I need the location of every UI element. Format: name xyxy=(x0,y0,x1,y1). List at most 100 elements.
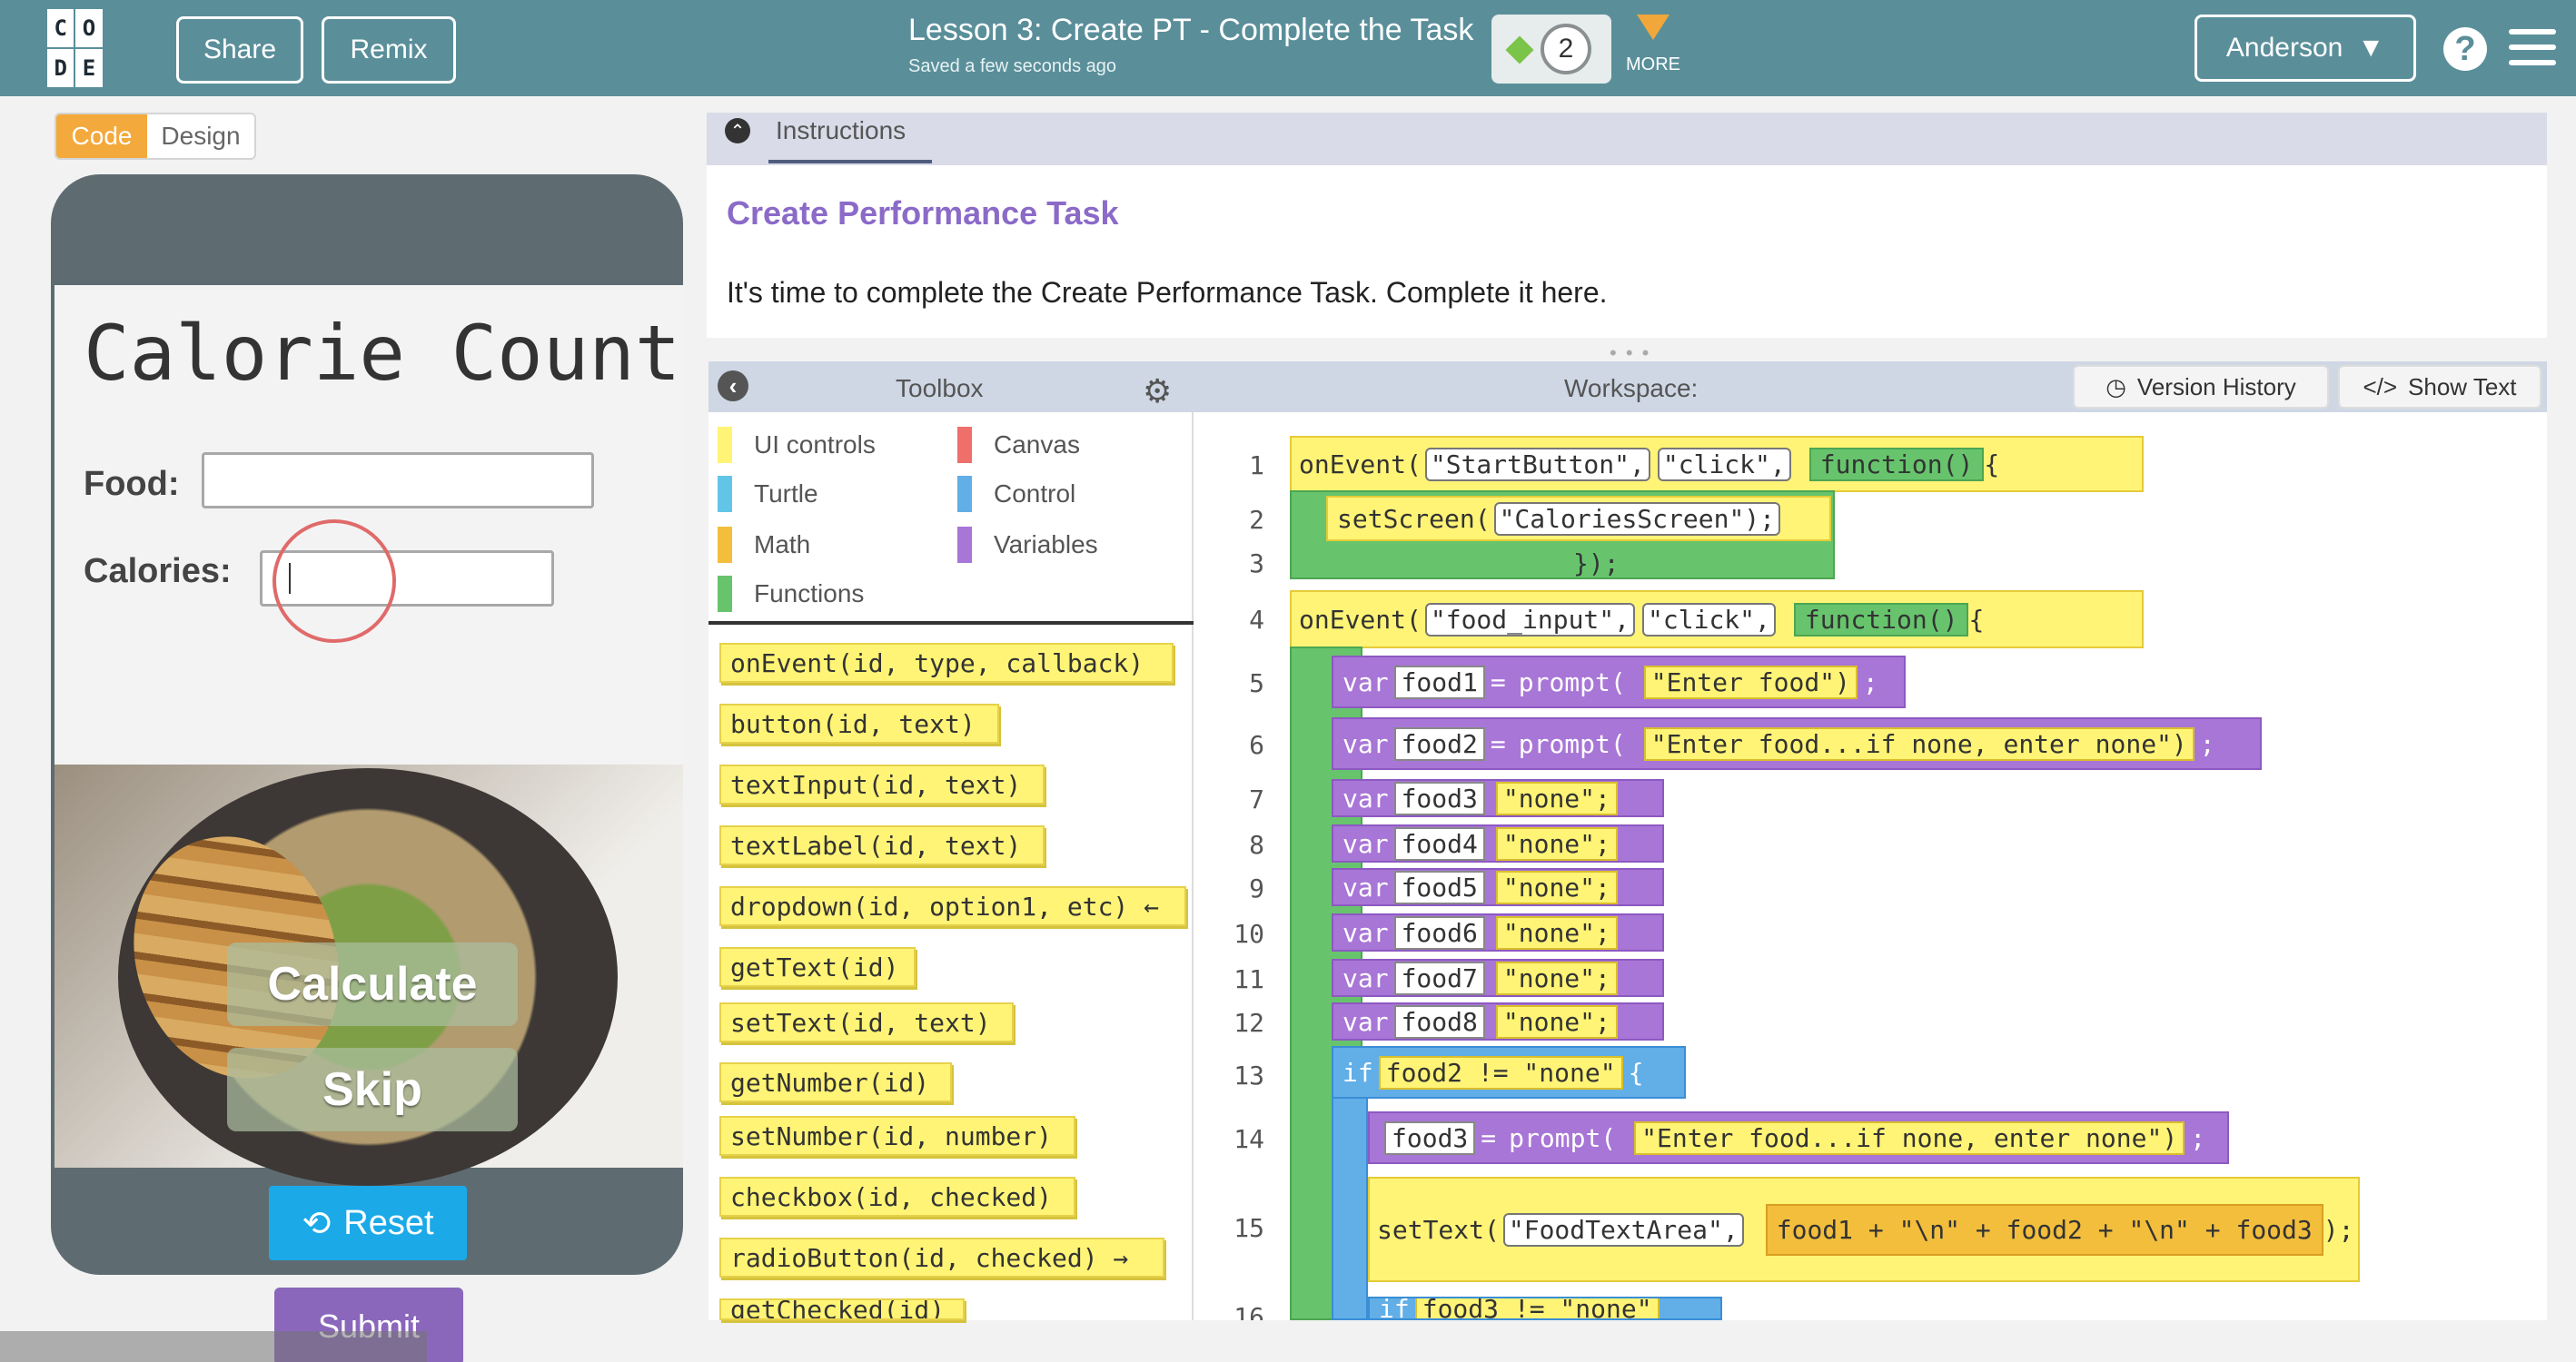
more-label[interactable]: MORE xyxy=(1626,54,1680,75)
event-id-pill[interactable]: "food_input", xyxy=(1424,602,1636,637)
prompt-call[interactable]: prompt( xyxy=(1501,1120,1624,1155)
condition-pill[interactable]: food3 != "none" xyxy=(1414,1298,1660,1318)
setscreen-block[interactable]: setScreen( "CaloriesScreen"); xyxy=(1326,496,1831,541)
event-type-pill[interactable]: "click", xyxy=(1642,602,1776,637)
code-design-toggle[interactable]: Code Design xyxy=(54,113,256,160)
var-food2-block[interactable]: var food2 = prompt( "Enter food...if non… xyxy=(1332,717,2262,770)
workspace-title: Workspace: xyxy=(1564,374,1699,402)
progress-bubble[interactable]: 2 xyxy=(1541,24,1591,74)
prompt-string[interactable]: "Enter food...if none, enter none") xyxy=(1634,1120,2185,1155)
toolbox-block-getchecked[interactable]: getChecked(id) xyxy=(719,1298,965,1320)
food-input[interactable] xyxy=(202,452,594,508)
prompt-string[interactable]: "Enter food") xyxy=(1643,665,1858,699)
prompt-call[interactable]: prompt( xyxy=(1511,726,1633,761)
category-canvas[interactable]: Canvas xyxy=(957,425,1080,465)
variable-name-pill[interactable]: food1 xyxy=(1393,665,1485,699)
line-number: 3 xyxy=(1249,548,1264,578)
user-dropdown[interactable]: Anderson ▼ xyxy=(2195,15,2416,82)
textarea-id-pill[interactable]: "FoodTextArea", xyxy=(1502,1212,1744,1247)
category-turtle[interactable]: Turtle xyxy=(718,474,818,514)
function-block[interactable]: function() xyxy=(1793,602,1969,637)
string-pill[interactable]: "none"; xyxy=(1495,826,1618,861)
code-text: onEvent( xyxy=(1299,604,1422,635)
line-number: 15 xyxy=(1234,1213,1264,1243)
category-math[interactable]: Math xyxy=(718,525,810,565)
prompt-call[interactable]: prompt( xyxy=(1511,665,1633,699)
assign-food3-block[interactable]: food3 = prompt( "Enter food...if none, e… xyxy=(1368,1111,2229,1164)
event-id-pill[interactable]: "StartButton", xyxy=(1424,447,1650,481)
concat-expression[interactable]: food1 + "\n" + food2 + "\n" + food3 xyxy=(1765,1203,2323,1256)
design-tab[interactable]: Design xyxy=(147,114,254,158)
var-food1-block[interactable]: var food1 = prompt( "Enter food") ; xyxy=(1332,656,1906,708)
variable-name-pill[interactable]: food2 xyxy=(1393,726,1485,761)
instructions-tab[interactable]: ⌃ Instructions xyxy=(725,116,906,145)
string-pill[interactable]: "none"; xyxy=(1495,961,1618,995)
screen-id-pill[interactable]: "CaloriesScreen"); xyxy=(1493,501,1781,536)
collapse-icon[interactable]: ⌃ xyxy=(725,118,750,143)
toolbox-block-gettext[interactable]: getText(id) xyxy=(719,947,916,987)
toolbox-block-checkbox[interactable]: checkbox(id, checked) xyxy=(719,1177,1075,1217)
toolbox-block-textinput[interactable]: textInput(id, text) xyxy=(719,765,1045,804)
code-org-logo[interactable]: C O D E xyxy=(47,9,131,87)
line-number: 9 xyxy=(1249,873,1264,903)
if-food3-block[interactable]: if food3 != "none" xyxy=(1368,1297,1722,1320)
category-functions[interactable]: Functions xyxy=(718,574,864,614)
code-tab[interactable]: Code xyxy=(56,114,147,158)
variable-name-pill[interactable]: food3 xyxy=(1384,1120,1476,1155)
hamburger-menu-icon[interactable] xyxy=(2509,29,2556,65)
help-icon[interactable]: ? xyxy=(2443,27,2487,71)
toolbox-block-dropdown[interactable]: dropdown(id, option1, etc) ← xyxy=(719,886,1186,926)
variable-name-pill[interactable]: food4 xyxy=(1393,826,1485,861)
share-button[interactable]: Share xyxy=(176,16,303,84)
show-text-label: Show Text xyxy=(2408,372,2517,400)
calculate-button[interactable]: Calculate xyxy=(227,943,518,1026)
var-food3-block[interactable]: var food3 "none"; xyxy=(1332,779,1664,817)
variable-name-pill[interactable]: food3 xyxy=(1393,781,1485,815)
function-block[interactable]: function() xyxy=(1808,447,1985,481)
version-history-button[interactable]: ◷ Version History xyxy=(2073,365,2329,409)
toolbox-block-radiobutton[interactable]: radioButton(id, checked) → xyxy=(719,1238,1164,1278)
var-food5-block[interactable]: var food5 "none"; xyxy=(1332,868,1664,906)
event-type-pill[interactable]: "click", xyxy=(1657,447,1791,481)
more-arrow-icon[interactable] xyxy=(1637,15,1669,40)
variable-name-pill[interactable]: food5 xyxy=(1393,870,1485,904)
category-control[interactable]: Control xyxy=(957,474,1075,514)
code-text: ; xyxy=(1862,666,1878,697)
var-food4-block[interactable]: var food4 "none"; xyxy=(1332,824,1664,863)
var-food8-block[interactable]: var food8 "none"; xyxy=(1332,1002,1664,1041)
show-text-button[interactable]: </> Show Text xyxy=(2338,365,2541,409)
reset-button[interactable]: ⟲ Reset xyxy=(269,1186,467,1260)
remix-button[interactable]: Remix xyxy=(322,16,456,84)
code-text: setText( xyxy=(1377,1214,1500,1245)
variable-name-pill[interactable]: food7 xyxy=(1393,961,1485,995)
variable-name-pill[interactable]: food6 xyxy=(1393,915,1485,950)
variable-name-pill[interactable]: food8 xyxy=(1393,1004,1485,1039)
toolbox-block-setnumber[interactable]: setNumber(id, number) xyxy=(719,1116,1075,1156)
category-ui-controls[interactable]: UI controls xyxy=(718,425,876,465)
gear-icon[interactable]: ⚙ xyxy=(1143,372,1172,410)
string-pill[interactable]: "none"; xyxy=(1495,1004,1618,1039)
condition-pill[interactable]: food2 != "none" xyxy=(1378,1055,1623,1090)
toolbox-block-button[interactable]: button(id, text) xyxy=(719,704,999,744)
prompt-string[interactable]: "Enter food...if none, enter none") xyxy=(1643,726,2195,761)
food-label: Food: xyxy=(84,465,180,503)
horizontal-scrollbar[interactable] xyxy=(0,1331,427,1362)
toolbox-block-settext[interactable]: setText(id, text) xyxy=(719,1002,1014,1042)
toolbox-block-getnumber[interactable]: getNumber(id) xyxy=(719,1062,952,1102)
logo-letter-o: O xyxy=(75,9,103,47)
event-block-start[interactable]: onEvent( "StartButton", "click", functio… xyxy=(1290,436,2144,492)
string-pill[interactable]: "none"; xyxy=(1495,781,1618,815)
toolbox-block-textlabel[interactable]: textLabel(id, text) xyxy=(719,825,1045,865)
event-block-food-input[interactable]: onEvent( "food_input", "click", function… xyxy=(1290,590,2144,648)
string-pill[interactable]: "none"; xyxy=(1495,915,1618,950)
skip-button[interactable]: Skip xyxy=(227,1048,518,1131)
var-food6-block[interactable]: var food6 "none"; xyxy=(1332,913,1664,952)
settext-block[interactable]: setText( "FoodTextArea", food1 + "\n" + … xyxy=(1368,1177,2360,1282)
back-icon[interactable]: ‹ xyxy=(718,370,748,401)
clock-icon: ◷ xyxy=(2105,372,2126,400)
toolbox-block-onevent[interactable]: onEvent(id, type, callback) xyxy=(719,643,1174,683)
category-variables[interactable]: Variables xyxy=(957,525,1098,565)
string-pill[interactable]: "none"; xyxy=(1495,870,1618,904)
if-food2-block[interactable]: if food2 != "none" { xyxy=(1332,1046,1686,1099)
var-food7-block[interactable]: var food7 "none"; xyxy=(1332,959,1664,997)
